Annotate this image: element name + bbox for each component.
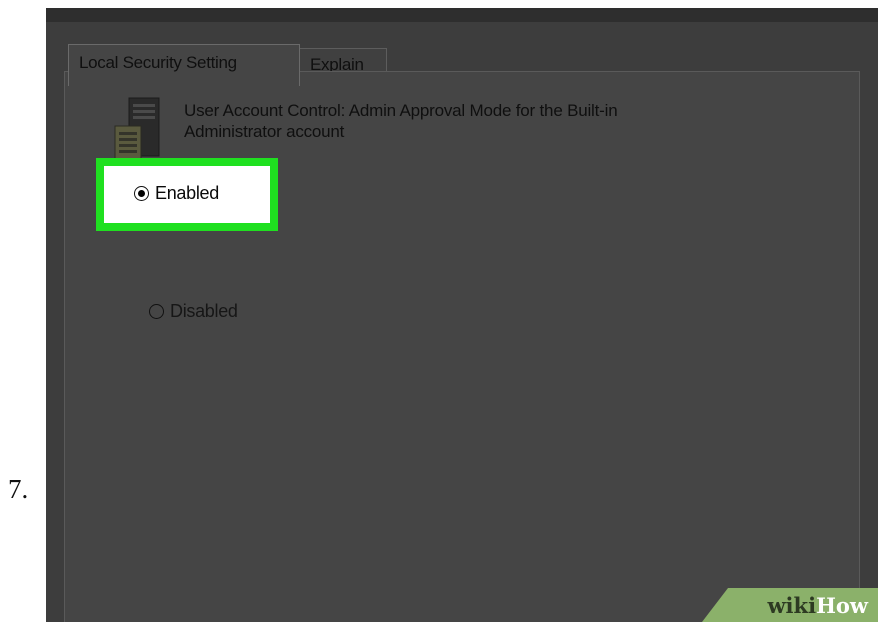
disabled-option-label: Disabled: [170, 301, 238, 321]
wikihow-logo-wiki: wiki: [767, 593, 817, 618]
disabled-radio-button[interactable]: [149, 304, 164, 319]
wikihow-logo-how: How: [816, 593, 868, 618]
tab-bar: Local Security Setting Explain: [46, 22, 878, 86]
policy-description-line-2: Administrator account: [184, 122, 345, 141]
policy-description: User Account Control: Admin Approval Mod…: [184, 100, 804, 142]
dialog-title-strip: [46, 8, 878, 22]
enabled-radio-button[interactable]: [134, 186, 149, 201]
server-computer-icon: [114, 97, 160, 161]
settings-panel: User Account Control: Admin Approval Mod…: [64, 71, 860, 622]
enabled-option[interactable]: Enabled: [134, 183, 219, 204]
policy-description-line-1: User Account Control: Admin Approval Mod…: [184, 101, 618, 120]
enabled-option-highlight: Enabled: [96, 158, 278, 231]
enabled-option-label: Enabled: [155, 183, 219, 203]
wikihow-logo: wikiHow: [767, 593, 868, 618]
disabled-option[interactable]: Disabled: [149, 301, 238, 322]
security-setting-dialog: Local Security Setting Explain User Acco…: [46, 8, 878, 622]
step-number: 7.: [8, 474, 29, 504]
tab-local-security-setting[interactable]: Local Security Setting: [68, 44, 300, 86]
